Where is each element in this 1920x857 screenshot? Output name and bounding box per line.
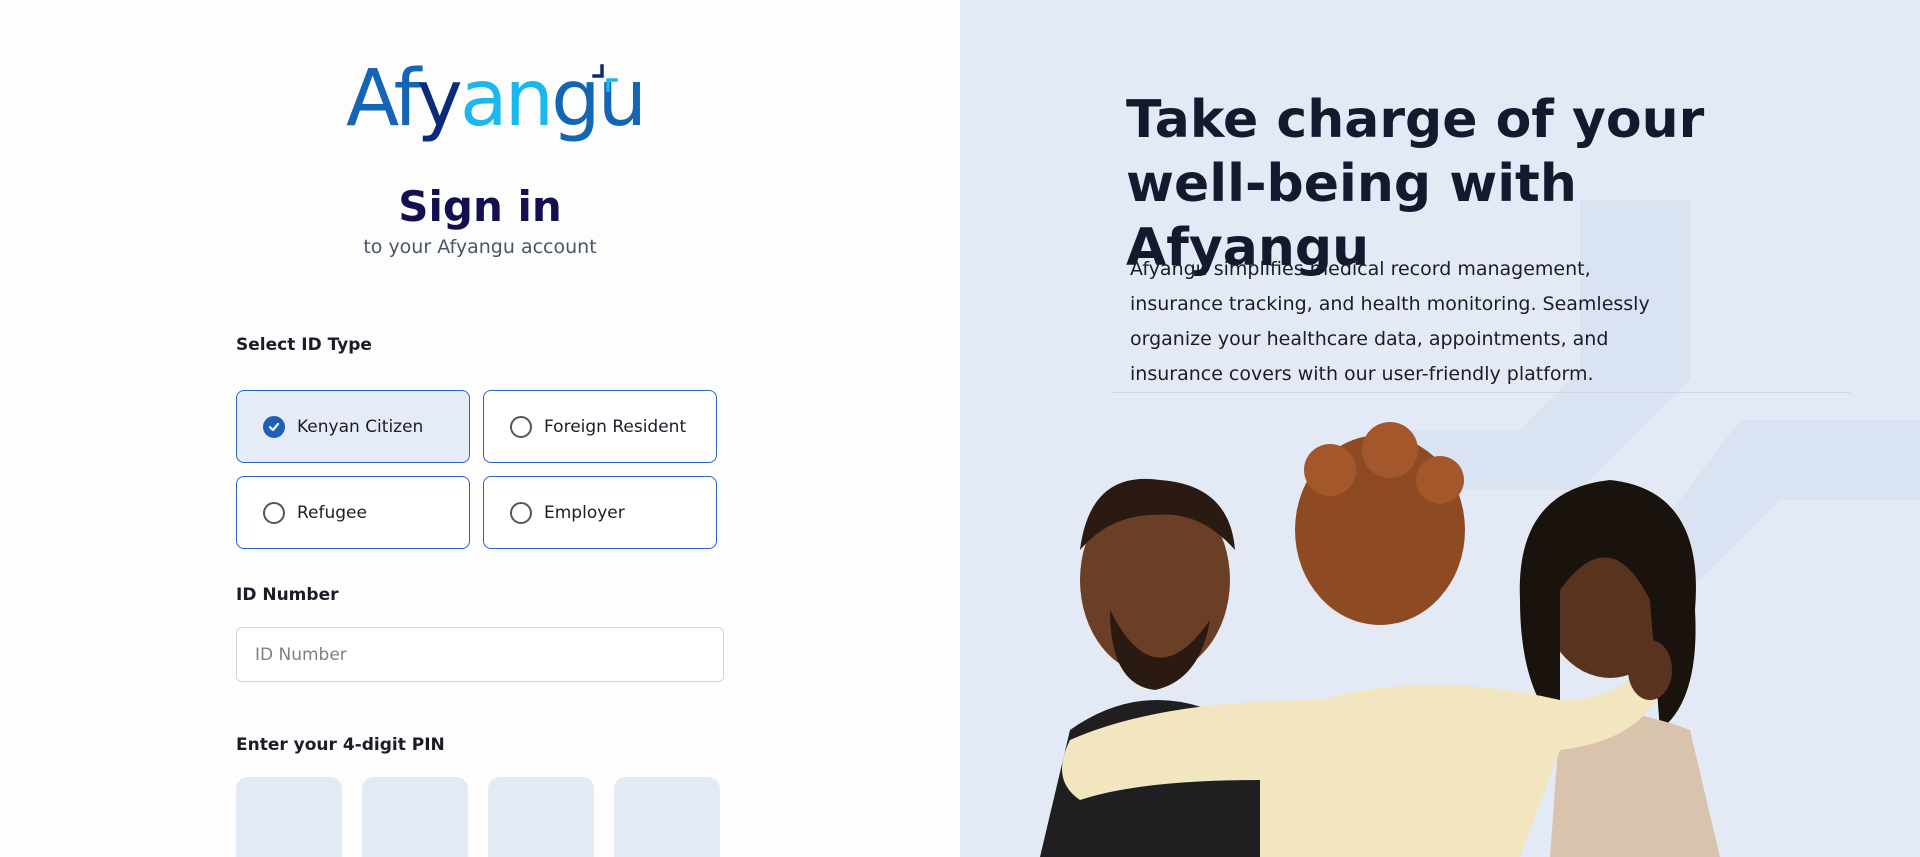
divider [1112,392,1850,393]
page-title: Sign in [398,182,562,231]
logo-cross-icon [592,64,618,92]
option-label: Employer [544,502,625,523]
id-number-label: ID Number [236,585,339,605]
id-type-option-kenyan-citizen[interactable]: Kenyan Citizen [236,390,470,463]
radio-unchecked-icon [510,415,532,438]
hero-description: Afyangu simplifies medical record manage… [1130,258,1650,385]
pin-digit-1[interactable] [236,777,342,857]
id-type-option-refugee[interactable]: Refugee [236,476,470,549]
afyangu-logo: Afyangu [340,56,647,156]
headline-line-1: Take charge of your [1126,90,1705,150]
family-photo [1040,422,1720,857]
id-type-option-employer[interactable]: Employer [483,476,717,549]
option-label: Refugee [297,502,367,523]
radio-unchecked-icon [263,501,285,524]
pin-digit-2[interactable] [362,777,468,857]
pin-digit-3[interactable] [488,777,594,857]
option-label: Kenyan Citizen [297,416,424,437]
id-number-input[interactable] [236,627,724,682]
id-type-option-foreign-resident[interactable]: Foreign Resident [483,390,717,463]
pin-digit-4[interactable] [614,777,720,857]
page-subtitle: to your Afyangu account [363,236,597,258]
signin-panel: Afyangu Sign in to your Afyangu account … [0,0,960,857]
option-label: Foreign Resident [544,416,687,437]
radio-checked-icon [263,415,285,438]
id-type-label: Select ID Type [236,335,372,355]
hero-panel: Take charge of your well-being with Afya… [960,0,1920,857]
radio-unchecked-icon [510,501,532,524]
pin-label: Enter your 4-digit PIN [236,735,445,755]
